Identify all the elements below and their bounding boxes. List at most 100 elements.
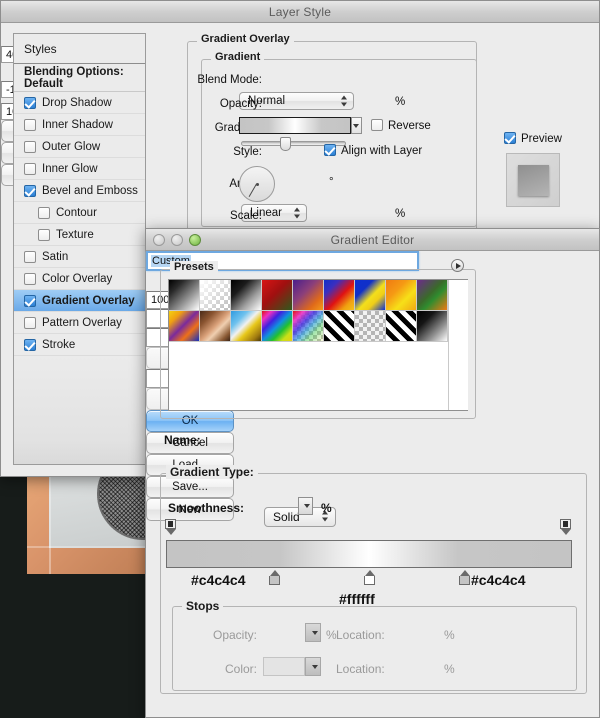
preset-swatch-copper[interactable] xyxy=(200,311,231,342)
preset-swatch-blue-yellow-stripe[interactable] xyxy=(231,311,262,342)
preset-swatch-orange-yellow-orange[interactable] xyxy=(386,280,417,311)
styles-list-item-color-overlay[interactable]: Color Overlay xyxy=(14,268,145,290)
preset-swatch-blue-yellow-blue[interactable] xyxy=(355,280,386,311)
styles-list-item-pattern-overlay[interactable]: Pattern Overlay xyxy=(14,312,145,334)
styles-list-item-label: Inner Glow xyxy=(42,163,98,175)
chevron-down-icon xyxy=(353,124,359,128)
color-stop-center[interactable] xyxy=(364,570,375,585)
color-stop-left[interactable] xyxy=(269,570,280,585)
gradient-overlay-group-label: Gradient Overlay xyxy=(197,33,294,45)
styles-list-item-checkbox[interactable] xyxy=(24,97,36,109)
preset-swatch-blue-red-yellow[interactable] xyxy=(324,280,355,311)
gradient-preview-swatch[interactable] xyxy=(239,117,351,134)
styles-list-item-stroke[interactable]: Stroke xyxy=(14,334,145,356)
gradient-picker-button[interactable] xyxy=(351,117,362,134)
color-stop-right[interactable] xyxy=(459,570,470,585)
styles-list-item-gradient-overlay[interactable]: Gradient Overlay xyxy=(14,290,145,312)
preset-swatch-red-green[interactable] xyxy=(262,280,293,311)
gradient-bar[interactable] xyxy=(166,540,572,568)
styles-list-item-checkbox[interactable] xyxy=(24,273,36,285)
styles-list-item-checkbox[interactable] xyxy=(24,185,36,197)
styles-list-item-label: Satin xyxy=(42,251,68,263)
gradient-left-hex-label: #c4c4c4 xyxy=(191,572,246,588)
styles-list-item-label: Contour xyxy=(56,207,97,219)
presets-grid[interactable] xyxy=(169,280,448,342)
minimize-button-icon[interactable] xyxy=(171,234,183,246)
preset-swatch-violet-green-orange[interactable] xyxy=(417,280,448,311)
layer-style-titlebar[interactable]: Layer Style xyxy=(1,1,599,23)
scale-label: Scale: xyxy=(187,210,262,222)
styles-list-item-texture[interactable]: Texture xyxy=(14,224,145,246)
preview-thumbnail xyxy=(506,153,560,207)
preset-swatch-black-to-white-2[interactable] xyxy=(231,280,262,311)
styles-list-item-label: Gradient Overlay xyxy=(42,295,135,307)
preset-swatch-yellow-violet-orange-blue[interactable] xyxy=(169,311,200,342)
preview-checkbox[interactable] xyxy=(504,132,516,144)
styles-list-item-bevel-and-emboss[interactable]: Bevel and Emboss xyxy=(14,180,145,202)
speaker-grille xyxy=(97,466,145,540)
preset-swatch-transparent-rainbow[interactable] xyxy=(293,311,324,342)
preset-swatch-black-white-stripes[interactable] xyxy=(324,311,355,342)
styles-list-item-inner-glow[interactable]: Inner Glow xyxy=(14,158,145,180)
opacity-stop-right[interactable] xyxy=(560,519,571,535)
styles-list-item-drop-shadow[interactable]: Drop Shadow xyxy=(14,92,145,114)
smoothness-label: Smoothness: xyxy=(168,501,244,515)
styles-list-item-outer-glow[interactable]: Outer Glow xyxy=(14,136,145,158)
gradient-center-hex-label: #ffffff xyxy=(339,591,375,607)
angle-dial[interactable] xyxy=(239,166,275,202)
opacity-stop-left[interactable] xyxy=(165,519,176,535)
presets-panel[interactable] xyxy=(168,279,468,411)
blending-options-row[interactable]: Blending Options: Default xyxy=(14,64,145,92)
align-with-layer-checkbox[interactable] xyxy=(324,144,336,156)
zoom-button-icon[interactable] xyxy=(189,234,201,246)
frame-bevel-left xyxy=(49,466,51,574)
styles-list-item-checkbox[interactable] xyxy=(38,229,50,241)
styles-rows: Drop ShadowInner ShadowOuter Glow Inner G… xyxy=(14,92,145,356)
style-label: Style: xyxy=(187,146,262,158)
styles-list-item-checkbox[interactable] xyxy=(24,339,36,351)
preset-swatch-spectrum[interactable] xyxy=(262,311,293,342)
updown-arrows-icon xyxy=(294,207,301,220)
styles-list-item-checkbox[interactable] xyxy=(24,163,36,175)
stops-color-stepper[interactable] xyxy=(305,657,321,676)
styles-list-item-checkbox[interactable] xyxy=(24,295,36,307)
stops-color-label: Color: xyxy=(191,662,257,676)
preset-swatch-violet-orange[interactable] xyxy=(293,280,324,311)
chevron-down-icon xyxy=(312,665,318,669)
presets-menu-icon[interactable] xyxy=(451,259,464,272)
preset-swatch-white-transparent-checker[interactable] xyxy=(200,280,231,311)
preset-swatch-black-to-white-3[interactable] xyxy=(417,311,448,342)
presets-scrollbar[interactable] xyxy=(448,280,468,410)
styles-list-item-satin[interactable]: Satin xyxy=(14,246,145,268)
styles-list[interactable]: Styles Blending Options: Default Drop Sh… xyxy=(13,33,146,465)
preset-swatch-checker-gray[interactable] xyxy=(355,311,386,342)
chevron-down-icon xyxy=(304,504,310,508)
styles-list-item-checkbox[interactable] xyxy=(24,317,36,329)
close-button-icon[interactable] xyxy=(153,234,165,246)
styles-list-item-contour[interactable]: Contour xyxy=(14,202,145,224)
styles-list-item-checkbox[interactable] xyxy=(24,119,36,131)
preset-swatch-black-white-diagonal[interactable] xyxy=(386,311,417,342)
stops-opacity-location-unit: % xyxy=(444,628,455,642)
opacity-slider-thumb[interactable] xyxy=(280,137,291,151)
styles-list-item-inner-shadow[interactable]: Inner Shadow xyxy=(14,114,145,136)
reverse-label: Reverse xyxy=(388,120,431,132)
gradient-group-label: Gradient xyxy=(211,51,264,63)
opacity-label: Opacity: xyxy=(187,98,262,110)
opacity-unit: % xyxy=(395,96,405,108)
gradient-editor-titlebar[interactable]: Gradient Editor xyxy=(146,229,599,251)
angle-needle-icon xyxy=(249,184,257,197)
align-with-layer-label: Align with Layer xyxy=(341,145,422,157)
styles-list-item-checkbox[interactable] xyxy=(24,251,36,263)
reverse-checkbox[interactable] xyxy=(371,119,383,131)
smoothness-unit: % xyxy=(321,501,332,515)
stops-color-location-unit: % xyxy=(444,662,455,676)
stops-opacity-stepper[interactable] xyxy=(305,623,321,642)
stops-color-swatch[interactable] xyxy=(263,657,305,676)
updown-arrows-icon xyxy=(341,95,348,108)
smoothness-stepper[interactable] xyxy=(298,497,313,515)
styles-list-item-checkbox[interactable] xyxy=(24,141,36,153)
frame-bevel-bottom xyxy=(27,546,145,548)
preset-swatch-black-to-white[interactable] xyxy=(169,280,200,311)
styles-list-item-checkbox[interactable] xyxy=(38,207,50,219)
